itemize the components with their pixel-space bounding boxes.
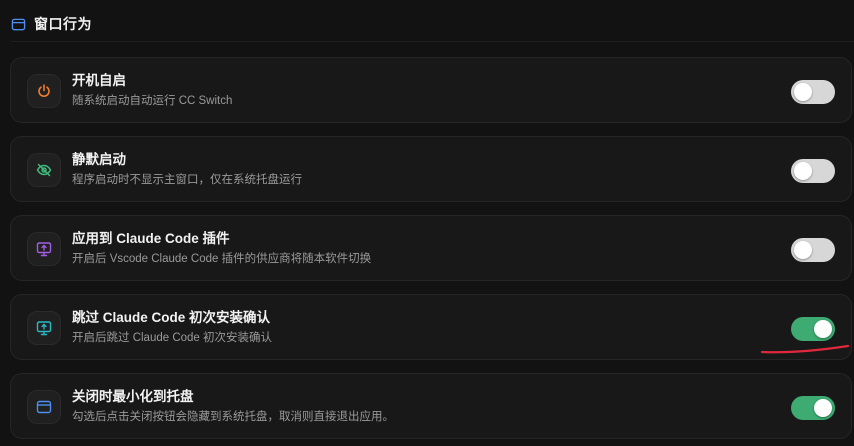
setting-title: 关闭时最小化到托盘 [72, 389, 194, 404]
setting-title: 开机自启 [72, 73, 126, 88]
setting-title: 应用到 Claude Code 插件 [72, 231, 230, 246]
setting-description: 随系统启动自动运行 CC Switch [72, 95, 233, 107]
settings-page: 窗口行为 开机自启 随系统启动自动运行 CC Switch 静默启动 程序启动时 [0, 0, 854, 446]
skip-install-confirm-toggle[interactable] [791, 317, 835, 341]
section-header: 窗口行为 [11, 14, 92, 34]
toggle-knob [814, 320, 832, 338]
monitor-upload-icon [27, 232, 61, 266]
setting-description: 程序启动时不显示主窗口，仅在系统托盘运行 [72, 174, 302, 186]
toggle-knob [814, 399, 832, 417]
setting-card-auto-start: 开机自启 随系统启动自动运行 CC Switch [10, 57, 852, 123]
window-icon [27, 390, 61, 424]
monitor-upload-icon [27, 311, 61, 345]
toggle-knob [794, 83, 812, 101]
setting-title: 跳过 Claude Code 初次安装确认 [72, 310, 271, 325]
toggle-knob [794, 162, 812, 180]
header-divider [11, 41, 854, 42]
setting-card-apply-plugin: 应用到 Claude Code 插件 开启后 Vscode Claude Cod… [10, 215, 852, 281]
toggle-knob [794, 241, 812, 259]
auto-start-toggle[interactable] [791, 80, 835, 104]
window-icon [11, 17, 26, 32]
setting-card-minimize-to-tray: 关闭时最小化到托盘 勾选后点击关闭按钮会隐藏到系统托盘，取消则直接退出应用。 [10, 373, 852, 439]
power-icon [27, 74, 61, 108]
minimize-to-tray-toggle[interactable] [791, 396, 835, 420]
setting-card-skip-install-confirm: 跳过 Claude Code 初次安装确认 开启后跳过 Claude Code … [10, 294, 852, 360]
apply-plugin-toggle[interactable] [791, 238, 835, 262]
silent-start-toggle[interactable] [791, 159, 835, 183]
red-underline-annotation [760, 344, 850, 354]
section-title: 窗口行为 [34, 16, 92, 32]
setting-description: 开启后跳过 Claude Code 初次安装确认 [72, 332, 273, 344]
setting-card-silent-start: 静默启动 程序启动时不显示主窗口，仅在系统托盘运行 [10, 136, 852, 202]
setting-description: 开启后 Vscode Claude Code 插件的供应商将随本软件切换 [72, 253, 372, 265]
eye-off-icon [27, 153, 61, 187]
setting-description: 勾选后点击关闭按钮会隐藏到系统托盘，取消则直接退出应用。 [72, 411, 394, 423]
setting-title: 静默启动 [72, 152, 126, 167]
